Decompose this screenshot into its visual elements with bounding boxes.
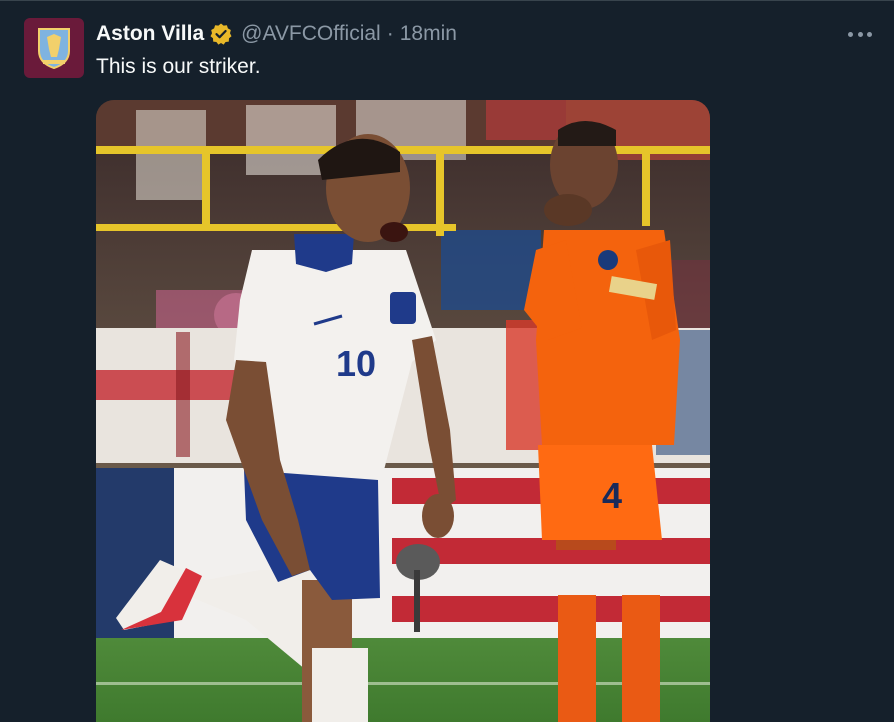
divider [0, 0, 894, 1]
handle[interactable]: @AVFCOfficial [241, 22, 381, 46]
display-name[interactable]: Aston Villa [96, 22, 204, 46]
white-shirt-number: 10 [336, 343, 376, 384]
club-crest-icon [38, 28, 70, 69]
photo-illustration: 4 10 [96, 100, 710, 722]
verified-badge-icon[interactable] [209, 22, 233, 46]
more-options-icon[interactable] [848, 24, 872, 44]
avatar[interactable] [24, 18, 84, 78]
tweet[interactable]: Aston Villa @AVFCOfficial · 18min This i… [0, 0, 894, 722]
separator: · [386, 22, 394, 45]
tweet-text: This is our striker. [96, 55, 261, 78]
timestamp[interactable]: 18min [400, 22, 457, 46]
orange-shirt-number: 4 [602, 475, 622, 516]
tweet-photo[interactable]: 4 10 [96, 100, 710, 722]
tweet-header: Aston Villa @AVFCOfficial · 18min [96, 20, 457, 48]
